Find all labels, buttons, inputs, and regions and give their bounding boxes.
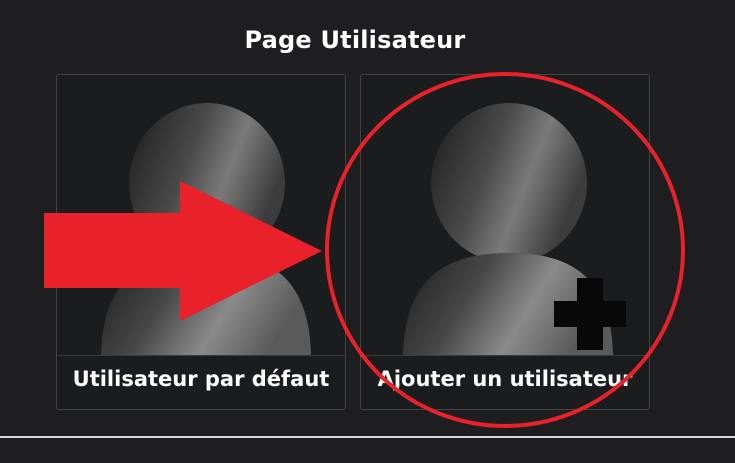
bottom-divider (0, 436, 735, 438)
default-user-label: Utilisateur par défaut (72, 367, 330, 391)
add-user-avatar (361, 75, 649, 355)
default-user-card[interactable]: Utilisateur par défaut (56, 74, 346, 410)
user-page: Page Utilisateur Utilisateur par défaut … (0, 0, 735, 463)
card-divider (57, 355, 345, 356)
card-divider (361, 355, 649, 356)
default-user-avatar (57, 75, 345, 355)
page-title: Page Utilisateur (244, 26, 466, 54)
add-user-card[interactable]: Ajouter un utilisateur (360, 74, 650, 410)
add-user-avatar-icon (403, 103, 626, 355)
user-avatar-icon (101, 103, 311, 355)
add-user-label: Ajouter un utilisateur (377, 367, 633, 391)
